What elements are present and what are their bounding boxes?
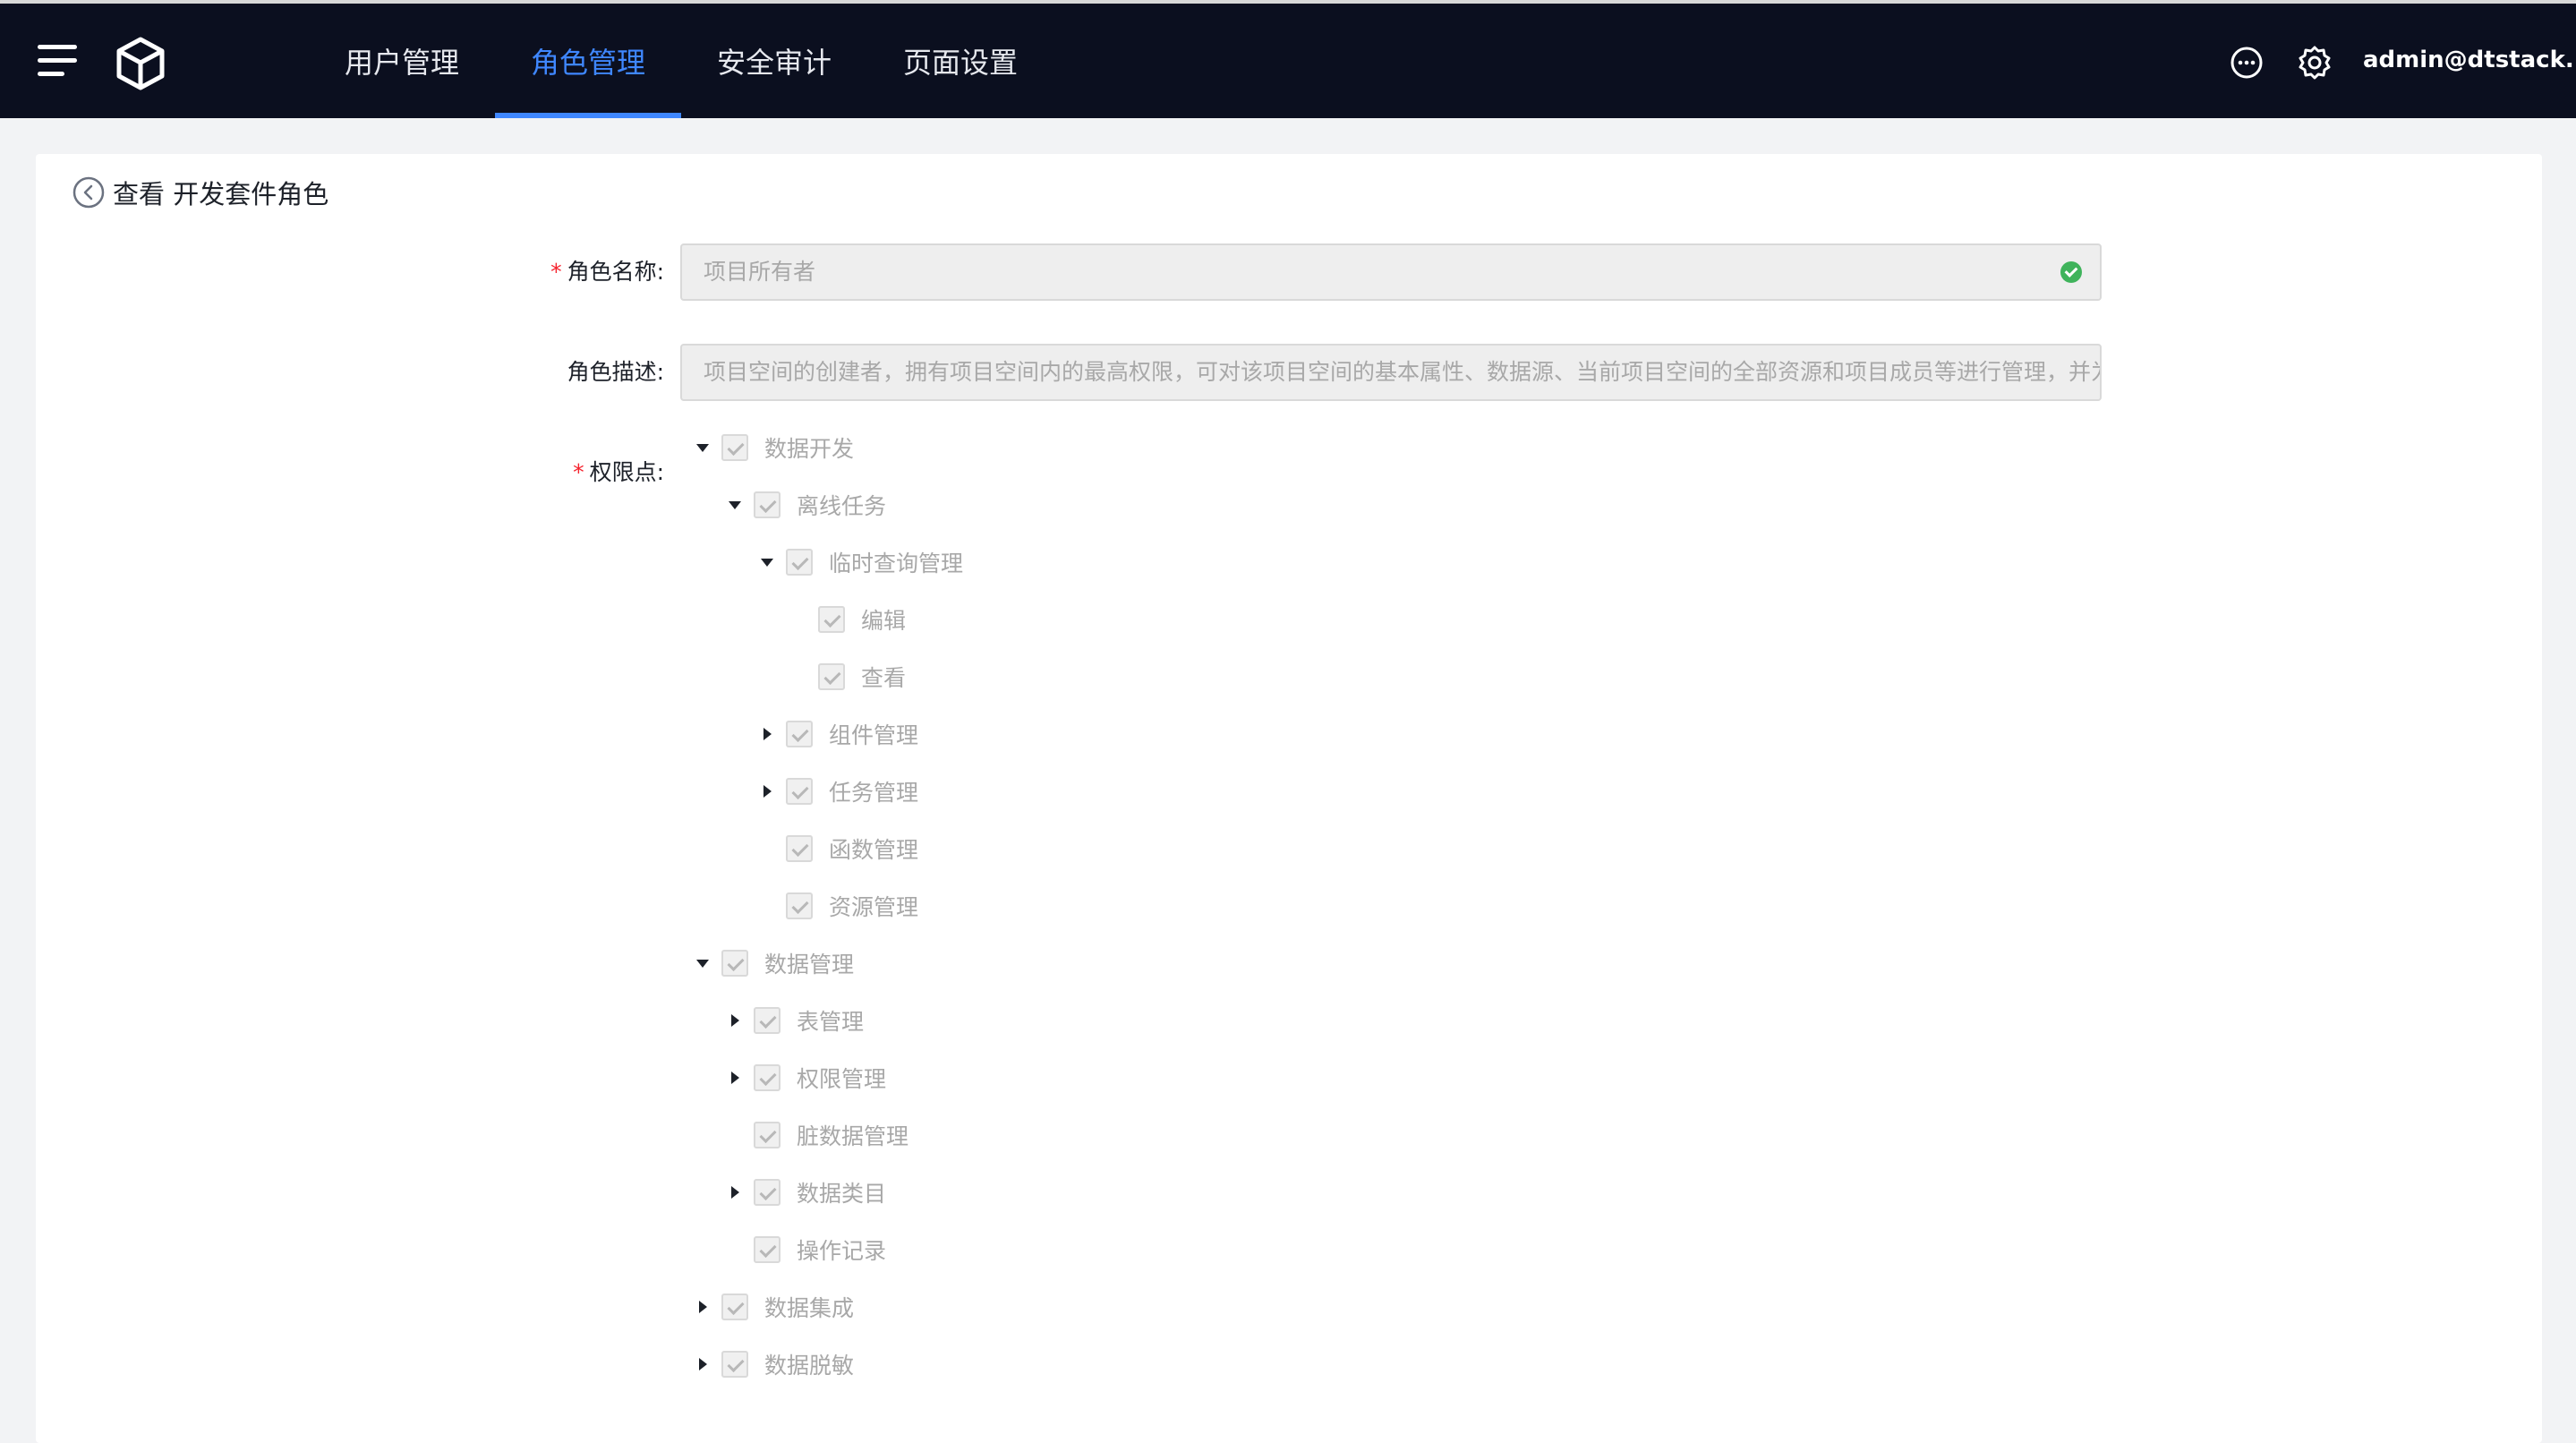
caret-right-icon[interactable] <box>689 1294 716 1320</box>
tree-node-label: 权限管理 <box>797 1066 887 1092</box>
tree-node: 数据类目 <box>721 1174 886 1210</box>
tree-node-label: 组件管理 <box>829 722 919 748</box>
role-name-input[interactable]: 项目所有者 <box>680 243 2102 301</box>
caret-placeholder <box>754 892 780 919</box>
role-name-label: * 角色名称: <box>550 259 664 285</box>
main-nav: 用户管理 角色管理 安全审计 页面设置 <box>309 4 1053 118</box>
caret-placeholder <box>721 1122 748 1148</box>
tree-node-label: 任务管理 <box>829 780 919 806</box>
back-link[interactable]: 查看 开发套件角色 <box>72 174 328 211</box>
role-description-value: 项目空间的创建者，拥有项目空间内的最高权限，可对该项目空间的基本属性、数据源、当… <box>704 359 2102 385</box>
tree-checkbox[interactable] <box>721 1294 748 1320</box>
gear-icon[interactable] <box>2297 45 2333 81</box>
tree-node: 离线任务 <box>721 487 886 523</box>
tree-node-label: 离线任务 <box>797 493 887 519</box>
caret-placeholder <box>754 835 780 862</box>
tree-node: 任务管理 <box>754 773 918 809</box>
menu-icon[interactable] <box>38 45 77 77</box>
tab-role-management[interactable]: 角色管理 <box>495 4 682 118</box>
role-description-label: 角色描述: <box>567 359 664 385</box>
tree-checkbox[interactable] <box>754 1236 780 1263</box>
tree-checkbox[interactable] <box>754 1064 780 1091</box>
tree-node: 资源管理 <box>754 888 918 924</box>
cube-logo-icon[interactable] <box>115 36 166 91</box>
page-title: 查看 开发套件角色 <box>113 179 329 209</box>
role-name-value: 项目所有者 <box>704 259 816 285</box>
caret-right-icon[interactable] <box>721 1007 748 1034</box>
tree-node: 数据管理 <box>689 945 854 981</box>
caret-right-icon[interactable] <box>754 721 780 747</box>
tree-node: 组件管理 <box>754 716 918 752</box>
tab-user-management[interactable]: 用户管理 <box>309 4 495 118</box>
tree-checkbox[interactable] <box>818 606 845 633</box>
tree-checkbox[interactable] <box>754 1122 780 1148</box>
tab-page-settings[interactable]: 页面设置 <box>867 4 1053 118</box>
tree-node-label: 查看 <box>861 665 907 691</box>
caret-right-icon[interactable] <box>721 1179 748 1206</box>
tree-node: 操作记录 <box>721 1232 886 1268</box>
caret-down-icon[interactable] <box>689 950 716 977</box>
chat-icon[interactable] <box>2229 45 2265 81</box>
tree-node: 脏数据管理 <box>721 1117 908 1153</box>
tree-node: 数据集成 <box>689 1289 854 1325</box>
tree-checkbox[interactable] <box>786 778 813 805</box>
tree-checkbox[interactable] <box>786 892 813 919</box>
tree-node-label: 操作记录 <box>797 1238 887 1264</box>
tree-checkbox[interactable] <box>721 950 748 977</box>
tree-node: 函数管理 <box>754 831 918 867</box>
tree-node-label: 临时查询管理 <box>829 551 964 576</box>
back-circle-icon[interactable] <box>72 175 106 209</box>
tree-node-label: 资源管理 <box>829 894 919 920</box>
permissions-label: * 权限点: <box>573 459 664 485</box>
tab-security-audit[interactable]: 安全审计 <box>681 4 867 118</box>
caret-down-icon[interactable] <box>754 549 780 576</box>
tree-node-label: 函数管理 <box>829 837 919 863</box>
tree-node-label: 数据开发 <box>764 436 855 462</box>
caret-down-icon[interactable] <box>721 491 748 518</box>
tree-node: 数据开发 <box>689 430 854 465</box>
tree-node-label: 数据集成 <box>764 1295 855 1321</box>
tree-node-label: 数据管理 <box>764 952 855 978</box>
role-description-input[interactable]: 项目空间的创建者，拥有项目空间内的最高权限，可对该项目空间的基本属性、数据源、当… <box>680 344 2102 401</box>
success-check-icon <box>2060 261 2082 283</box>
top-navigation-bar: 用户管理 角色管理 安全审计 页面设置 admin@dtstack... <box>0 0 2576 118</box>
caret-down-icon[interactable] <box>689 434 716 461</box>
tree-checkbox[interactable] <box>721 434 748 461</box>
tree-checkbox[interactable] <box>786 721 813 747</box>
caret-right-icon[interactable] <box>721 1064 748 1091</box>
caret-placeholder <box>786 606 813 633</box>
tree-node: 权限管理 <box>721 1060 886 1096</box>
tree-node: 查看 <box>786 659 906 695</box>
tree-node: 数据脱敏 <box>689 1346 854 1382</box>
tree-node-label: 表管理 <box>797 1009 865 1035</box>
tree-checkbox[interactable] <box>786 835 813 862</box>
tree-node: 表管理 <box>721 1003 864 1038</box>
tree-checkbox[interactable] <box>786 549 813 576</box>
caret-placeholder <box>786 663 813 690</box>
tree-node-label: 数据脱敏 <box>764 1353 855 1379</box>
content-card: 查看 开发套件角色 * 角色名称: 项目所有者 角色描述: 项目空间的创建者，拥有… <box>36 154 2542 1443</box>
tree-checkbox[interactable] <box>754 1007 780 1034</box>
user-account-menu[interactable]: admin@dtstack... <box>2363 47 2576 73</box>
tree-checkbox[interactable] <box>754 1179 780 1206</box>
caret-right-icon[interactable] <box>754 778 780 805</box>
caret-placeholder <box>721 1236 748 1263</box>
tree-node-label: 编辑 <box>861 608 907 634</box>
tree-node-label: 脏数据管理 <box>797 1123 909 1149</box>
tree-node: 临时查询管理 <box>754 544 963 580</box>
tree-node-label: 数据类目 <box>797 1181 887 1207</box>
caret-right-icon[interactable] <box>689 1351 716 1378</box>
tree-checkbox[interactable] <box>818 663 845 690</box>
tree-node: 编辑 <box>786 602 906 637</box>
tree-checkbox[interactable] <box>721 1351 748 1378</box>
tree-checkbox[interactable] <box>754 491 780 518</box>
